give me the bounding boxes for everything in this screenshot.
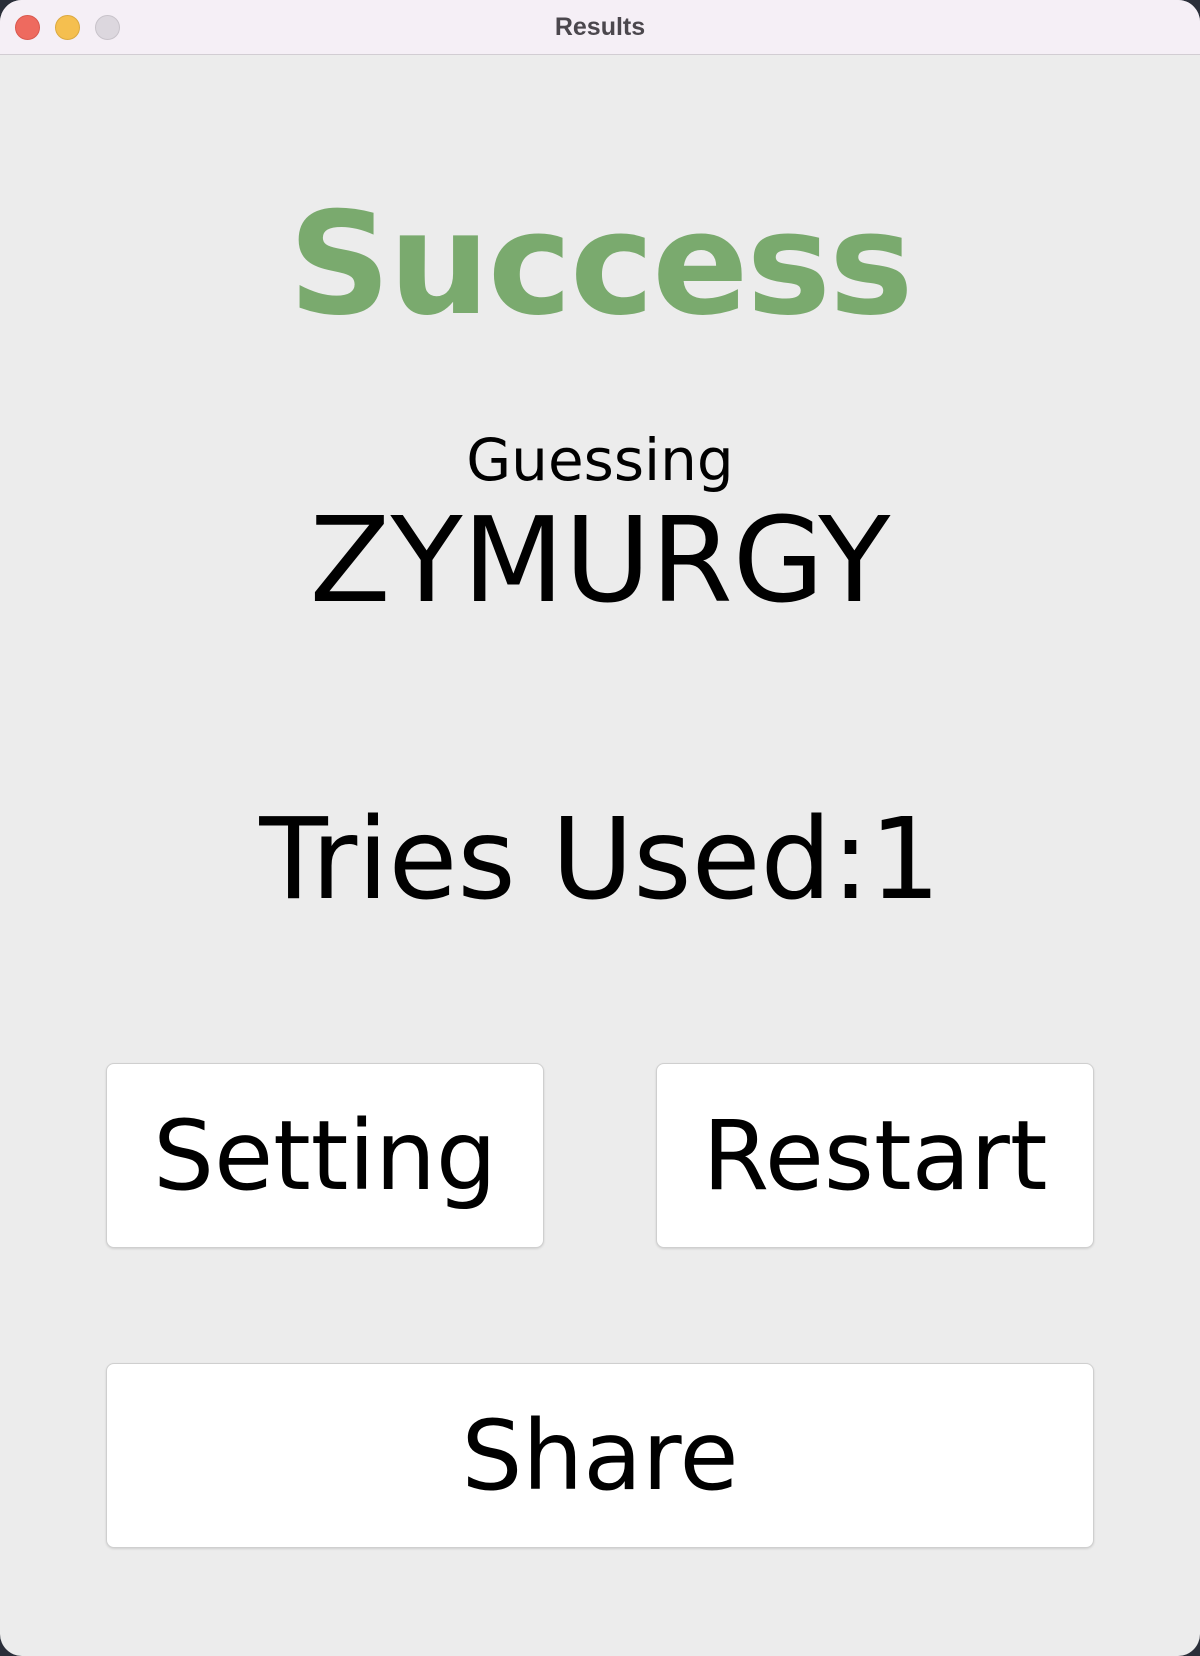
restart-button[interactable]: Restart	[656, 1063, 1094, 1248]
guessing-label: Guessing	[466, 426, 734, 494]
results-window: Results Success Guessing ZYMURGY Tries U…	[0, 0, 1200, 1656]
tries-used-text: Tries Used:1	[259, 795, 941, 925]
setting-button[interactable]: Setting	[106, 1063, 544, 1248]
title-bar: Results	[0, 0, 1200, 55]
answer-word: ZYMURGY	[309, 491, 891, 629]
share-button[interactable]: Share	[106, 1363, 1094, 1548]
result-status-heading: Success	[288, 182, 913, 347]
window-title: Results	[554, 13, 646, 41]
